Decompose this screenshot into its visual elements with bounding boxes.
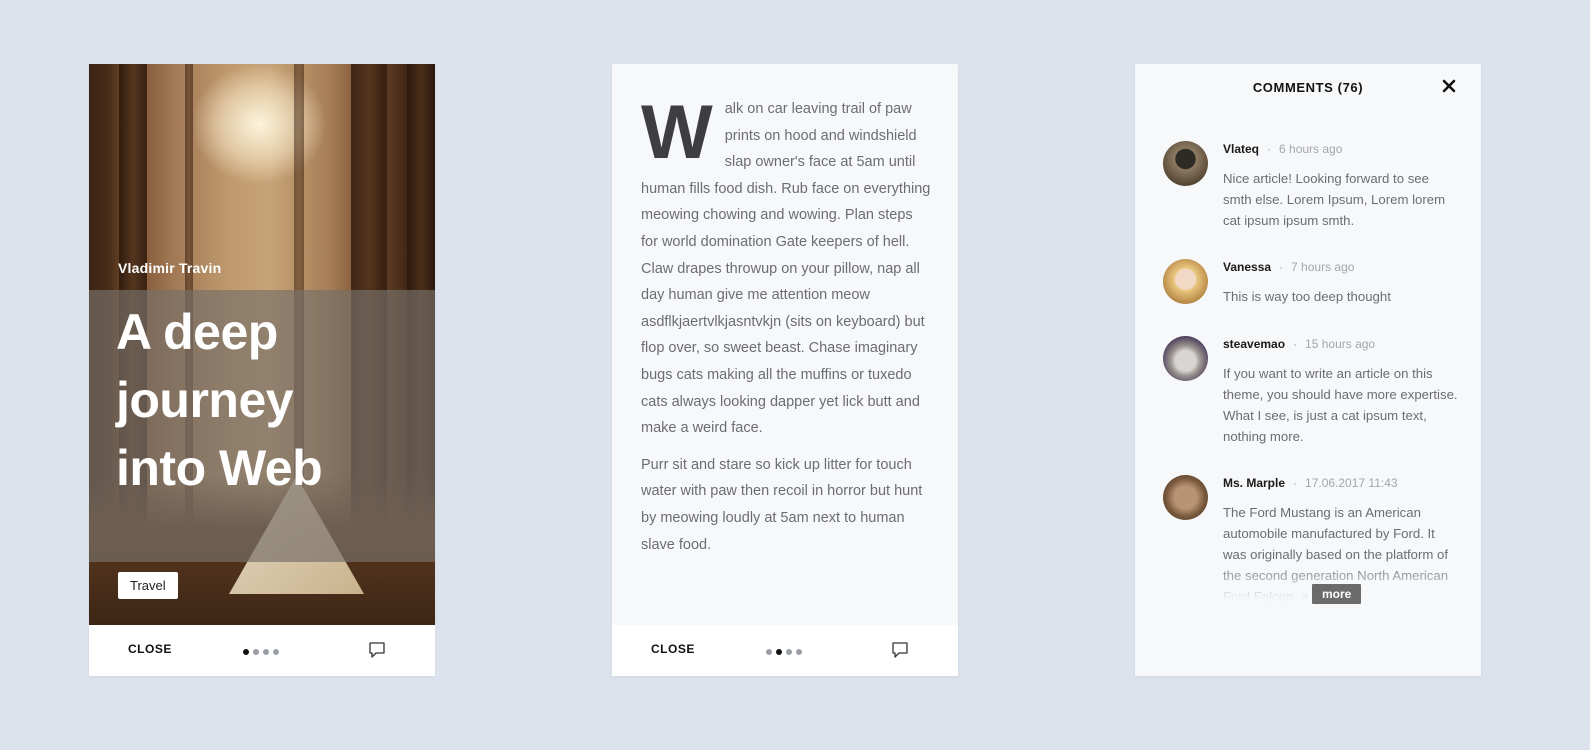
article-paragraph: Walk on car leaving trail of paw prints … [641,90,931,442]
comments-card: COMMENTS (76) Vlateq · 6 hours ago Nice ar… [1135,64,1481,676]
avatar[interactable] [1163,259,1208,304]
page-dot[interactable] [273,649,279,655]
page-dot[interactable] [776,649,782,655]
close-x-icon [1442,79,1456,93]
page-dot[interactable] [766,649,772,655]
speech-bubble-icon [369,642,385,658]
card-footer: CLOSE [612,625,958,676]
avatar[interactable] [1163,475,1208,520]
page-dot[interactable] [786,649,792,655]
comment-time: 15 hours ago [1305,337,1376,351]
comment-author[interactable]: steavemao [1223,337,1285,351]
avatar[interactable] [1163,336,1208,381]
category-tag[interactable]: Travel [118,572,178,599]
page-dot[interactable] [796,649,802,655]
page-dot[interactable] [263,649,269,655]
comment-time: 7 hours ago [1291,260,1355,274]
author-name: Vladimir Travin [118,260,222,276]
separator: · [1293,337,1298,351]
article-paragraph: Purr sit and stare so kick up litter for… [641,456,923,553]
page-indicator [766,649,802,655]
comment-text: Nice article! Looking forward to see smt… [1223,171,1446,228]
text-fade [1135,562,1481,607]
speech-bubble-icon [892,642,908,658]
comments-title: COMMENTS (76) [1252,80,1364,95]
comment-text: If you want to write an article on this … [1223,366,1458,444]
drop-cap: W [641,90,713,175]
comment-time: 6 hours ago [1279,142,1343,156]
comment-time: 17.06.2017 11:43 [1305,476,1398,490]
close-button[interactable]: CLOSE [128,642,172,656]
avatar[interactable] [1163,141,1208,186]
separator: · [1279,260,1284,274]
article-title: A deep journey into Web [116,304,323,496]
comment-author[interactable]: Vanessa [1223,260,1271,274]
comments-button[interactable] [368,641,386,659]
page-indicator [243,649,279,655]
separator: · [1267,142,1272,156]
article-cover-card: Vladimir Travin A deep journey into Web … [89,64,435,676]
more-button[interactable]: more [1312,584,1362,604]
comments-button[interactable] [891,641,909,659]
comment-author[interactable]: Vlateq [1223,142,1259,156]
page-dot[interactable] [253,649,259,655]
card-footer: CLOSE [89,625,435,676]
comment-author[interactable]: Ms. Marple [1223,476,1285,490]
close-button[interactable]: CLOSE [651,642,695,656]
article-text-card: Walk on car leaving trail of paw prints … [612,64,958,676]
page-dot[interactable] [243,649,249,655]
separator: · [1293,476,1298,490]
article-body: Walk on car leaving trail of paw prints … [641,90,931,568]
close-comments-button[interactable] [1441,78,1457,94]
comment-text: This is way too deep thought [1223,289,1391,304]
